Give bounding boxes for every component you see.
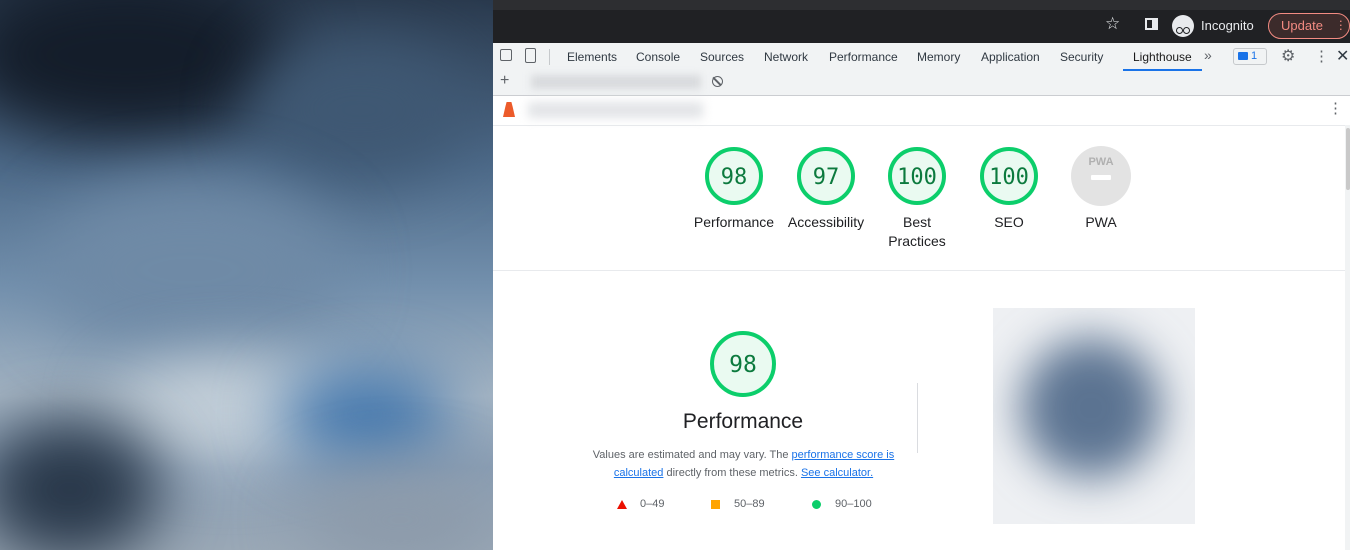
issues-badge[interactable]: 1 bbox=[1233, 48, 1267, 65]
side-panel-icon[interactable] bbox=[1145, 18, 1158, 30]
pwa-badge-icon: PWA bbox=[1071, 146, 1131, 206]
score-ring-icon: 100 bbox=[888, 147, 946, 205]
blurred-page-background bbox=[0, 0, 493, 550]
device-toolbar-icon[interactable] bbox=[525, 48, 536, 63]
clear-reports-icon[interactable] bbox=[712, 76, 723, 87]
legend-pass-range: 90–100 bbox=[835, 498, 872, 510]
score-ring-icon: 100 bbox=[980, 147, 1038, 205]
performance-description: Values are estimated and may vary. The p… bbox=[580, 446, 907, 482]
bookmark-star-icon[interactable]: ☆ bbox=[1105, 14, 1120, 34]
gauge-pwa[interactable]: PWA PWA bbox=[1046, 145, 1156, 232]
vertical-divider bbox=[917, 383, 918, 453]
report-menu-icon[interactable]: ⋮ bbox=[1328, 99, 1343, 117]
tab-strip bbox=[493, 0, 1350, 10]
score-ring-icon: 98 bbox=[705, 147, 763, 205]
score-value: 100 bbox=[897, 165, 937, 190]
scrollbar-thumb[interactable] bbox=[1346, 128, 1350, 190]
report-url-blurred bbox=[528, 102, 703, 118]
section-divider bbox=[493, 270, 1345, 271]
inspect-element-icon[interactable] bbox=[500, 49, 512, 61]
browser-toolbar: ☆ Incognito Update · · · bbox=[493, 0, 1350, 43]
report-selector-blurred[interactable] bbox=[531, 75, 701, 89]
pwa-badge-text: PWA bbox=[1088, 156, 1113, 168]
pass-circle-icon bbox=[812, 500, 821, 509]
incognito-label: Incognito bbox=[1201, 18, 1254, 33]
tab-performance[interactable]: Performance bbox=[829, 50, 898, 64]
score-label: PWA bbox=[1085, 214, 1117, 230]
tab-elements[interactable]: Elements bbox=[567, 50, 617, 64]
score-value: 98 bbox=[721, 165, 748, 190]
new-report-icon[interactable]: + bbox=[500, 72, 509, 90]
score-value: 100 bbox=[989, 165, 1029, 190]
lighthouse-toolbar: + bbox=[493, 71, 1350, 96]
tab-lighthouse[interactable]: Lighthouse bbox=[1133, 50, 1192, 64]
score-value: 97 bbox=[813, 165, 840, 190]
desc-text-1: Values are estimated and may vary. The bbox=[592, 449, 792, 461]
more-tabs-icon[interactable]: » bbox=[1204, 47, 1212, 63]
close-icon[interactable]: ✕ bbox=[1336, 46, 1349, 66]
score-ring-icon: 97 bbox=[797, 147, 855, 205]
fail-triangle-icon bbox=[617, 500, 627, 509]
incognito-icon[interactable] bbox=[1172, 15, 1194, 37]
desc-text-2: directly from these metrics. bbox=[663, 467, 801, 479]
tab-security[interactable]: Security bbox=[1060, 50, 1103, 64]
performance-score-value: 98 bbox=[729, 352, 757, 378]
performance-title: Performance bbox=[682, 410, 804, 433]
report-header: ⋮ bbox=[493, 96, 1350, 126]
settings-gear-icon[interactable]: ⚙ bbox=[1281, 46, 1295, 66]
legend-fail-range: 0–49 bbox=[640, 498, 665, 510]
tab-network[interactable]: Network bbox=[764, 50, 808, 64]
tab-console[interactable]: Console bbox=[636, 50, 680, 64]
toolbar-divider bbox=[549, 49, 550, 65]
tab-memory[interactable]: Memory bbox=[917, 50, 960, 64]
tab-sources[interactable]: Sources bbox=[700, 50, 744, 64]
performance-score-gauge: 98 bbox=[710, 331, 776, 397]
legend-average-range: 50–89 bbox=[734, 498, 765, 510]
chrome-menu-icon[interactable]: · · · bbox=[1339, 14, 1343, 35]
page-screenshot-thumbnail[interactable] bbox=[993, 308, 1195, 524]
tab-application[interactable]: Application bbox=[981, 50, 1040, 64]
devtools-tab-bar: Elements Console Sources Network Perform… bbox=[493, 43, 1350, 72]
lighthouse-logo-icon bbox=[503, 102, 515, 117]
devtools-menu-icon[interactable]: ⋮ bbox=[1314, 47, 1329, 65]
update-label: Update bbox=[1281, 18, 1323, 33]
average-square-icon bbox=[711, 500, 720, 509]
update-button[interactable]: Update · · · bbox=[1268, 13, 1350, 39]
see-calculator-link[interactable]: See calculator. bbox=[801, 467, 873, 479]
score-label: Best Practices bbox=[888, 214, 946, 249]
